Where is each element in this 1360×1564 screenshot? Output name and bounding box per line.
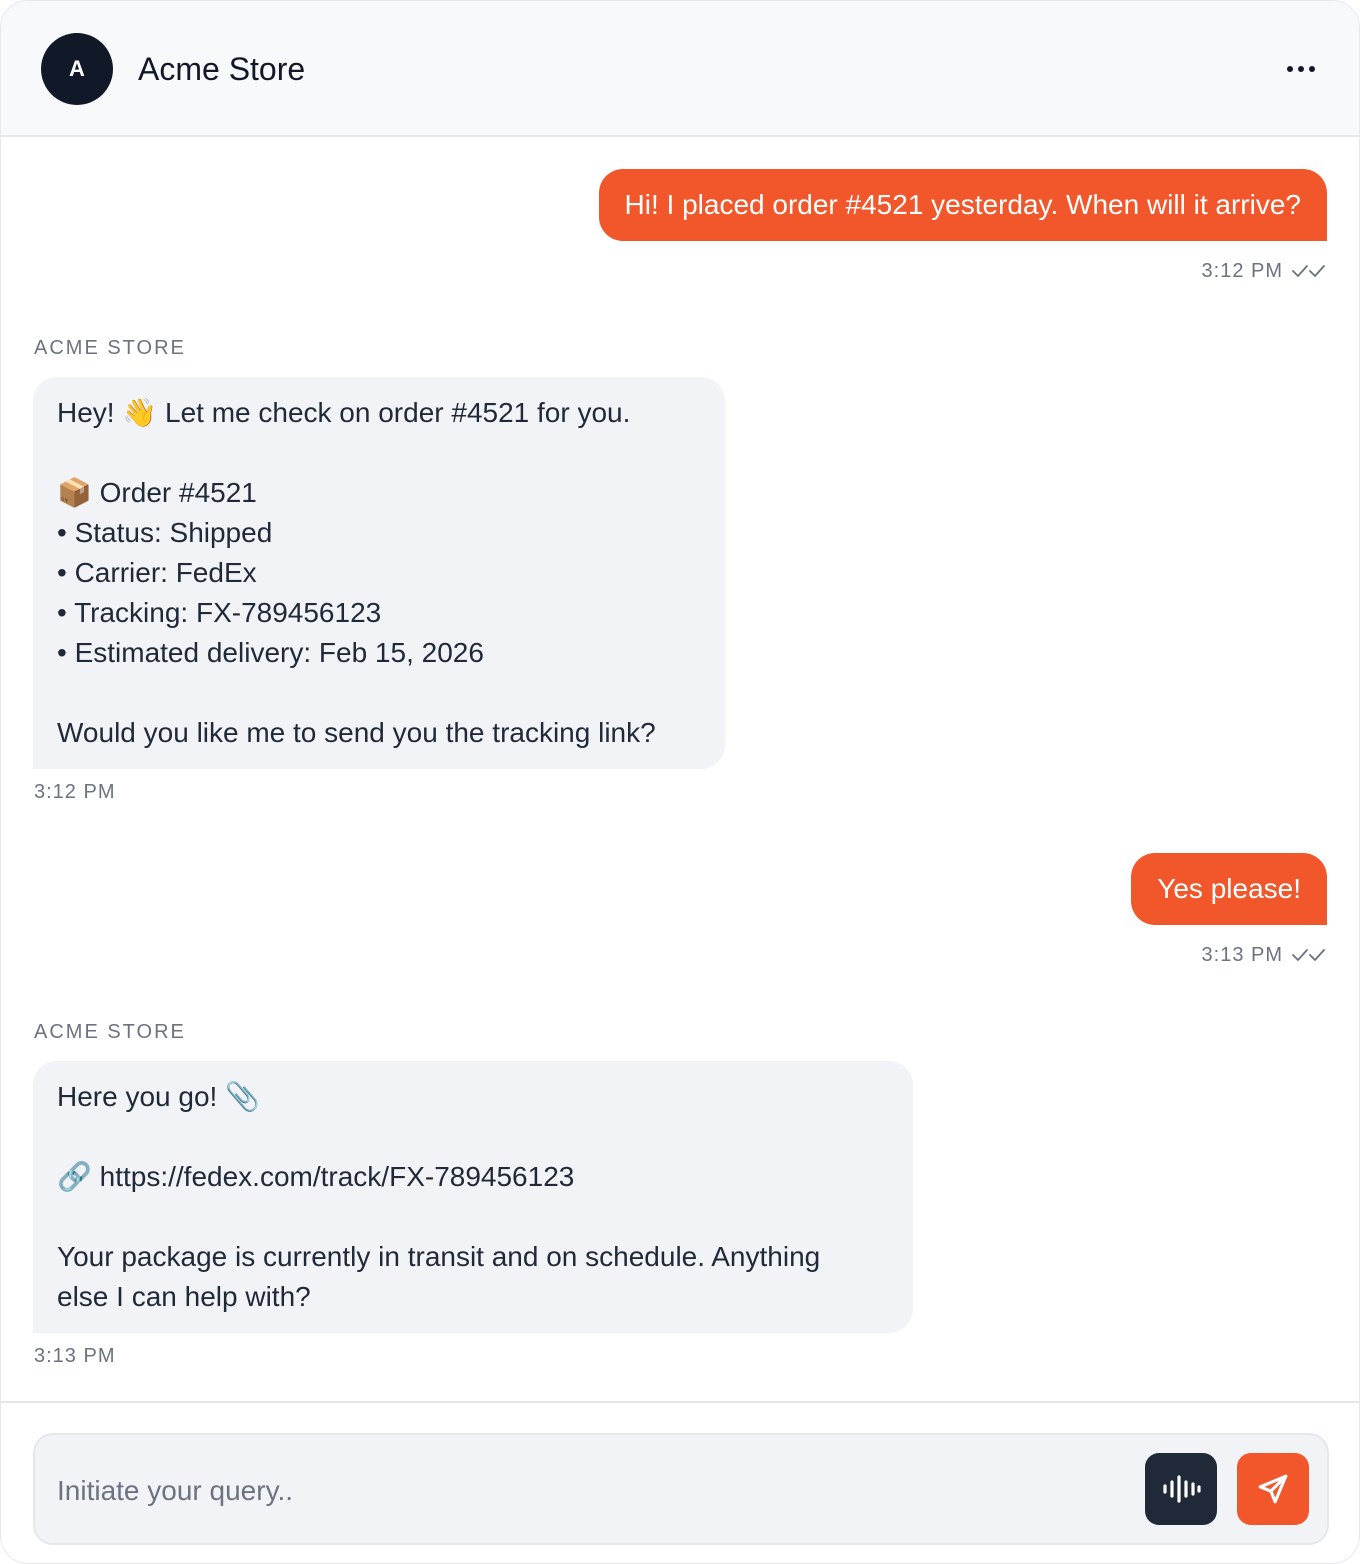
outgoing-message-bubble: Yes please! <box>1131 853 1327 925</box>
ellipsis-icon <box>1287 66 1293 72</box>
send-button[interactable] <box>1237 1453 1309 1525</box>
outgoing-message-bubble: Hi! I placed order #4521 yesterday. When… <box>598 169 1327 241</box>
incoming-message-bubble: Hey! 👋 Let me check on order #4521 for y… <box>33 377 725 769</box>
store-title: Acme Store <box>138 51 306 87</box>
timestamp-text: 3:13 PM <box>1201 944 1283 966</box>
message-timestamp: 3:13 PM <box>1202 943 1327 967</box>
message-timestamp: 3:12 PM <box>34 781 116 803</box>
message-input[interactable] <box>57 1469 1117 1513</box>
chat-window: A Acme Store Hi! I placed order #4521 ye… <box>0 0 1360 1564</box>
double-check-icon <box>1292 949 1325 961</box>
double-check-icon <box>1292 265 1325 277</box>
incoming-message-bubble: Here you go! 📎 🔗 https://fedex.com/track… <box>33 1061 913 1333</box>
more-options-button[interactable] <box>1277 51 1325 87</box>
avatar: A <box>41 33 113 105</box>
audio-waveform-icon <box>1163 1475 1201 1503</box>
message-timestamp: 3:12 PM <box>1202 259 1327 283</box>
timestamp-text: 3:12 PM <box>1201 260 1283 282</box>
voice-input-button[interactable] <box>1145 1453 1217 1525</box>
sender-label: ACME STORE <box>34 337 186 359</box>
sender-label: ACME STORE <box>34 1021 186 1043</box>
send-icon <box>1258 1474 1288 1504</box>
message-composer <box>33 1433 1329 1545</box>
ellipsis-icon <box>1298 66 1304 72</box>
chat-header: A Acme Store <box>1 1 1359 137</box>
ellipsis-icon <box>1309 66 1315 72</box>
message-timestamp: 3:13 PM <box>34 1345 116 1367</box>
